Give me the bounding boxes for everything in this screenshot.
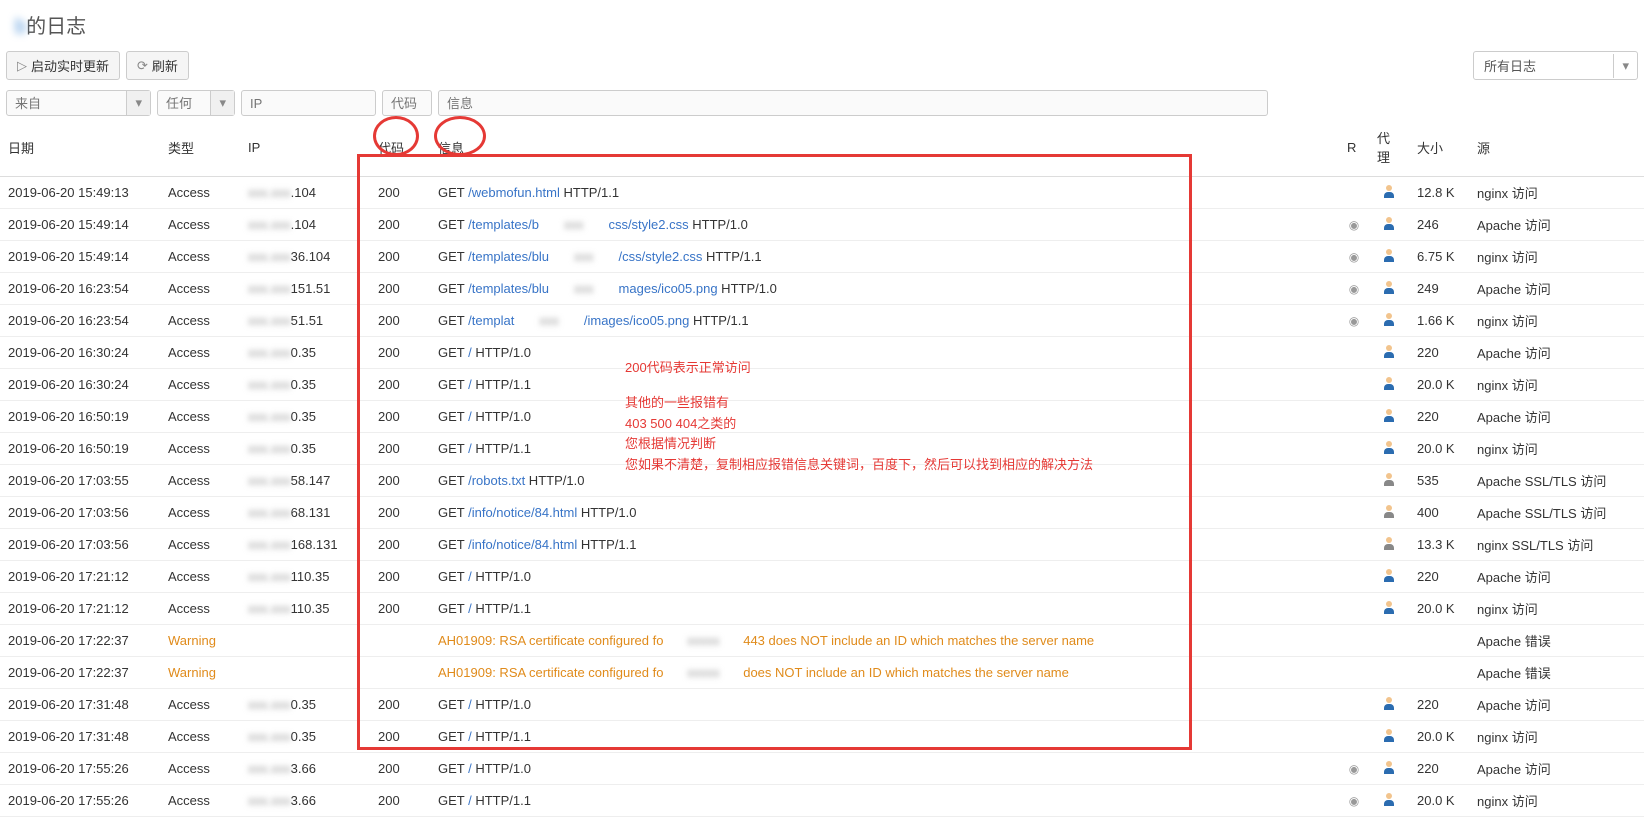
person-ssl-icon — [1382, 536, 1396, 550]
table-row[interactable]: 2019-06-20 17:55:26Accessxxx.xxx3.66200G… — [0, 785, 1644, 817]
person-icon — [1382, 568, 1396, 582]
person-icon — [1382, 728, 1396, 742]
table-row[interactable]: 2019-06-20 17:22:37WarningAH01909: RSA c… — [0, 625, 1644, 657]
table-row[interactable]: 2019-06-20 17:31:48Accessxxx.xxx0.35200G… — [0, 689, 1644, 721]
table-row[interactable]: 2019-06-20 17:21:12Accessxxx.xxx110.3520… — [0, 593, 1644, 625]
table-row[interactable]: 2019-06-20 15:49:13Accessxxx.xxx.104200G… — [0, 177, 1644, 209]
table-row[interactable]: 2019-06-20 16:30:24Accessxxx.xxx0.35200G… — [0, 337, 1644, 369]
refresh-icon: ⟳ — [137, 58, 148, 74]
table-row[interactable]: 2019-06-20 16:23:54Accessxxx.xxx51.51200… — [0, 305, 1644, 337]
table-row[interactable]: 2019-06-20 17:55:26Accessxxx.xxx3.66200G… — [0, 753, 1644, 785]
table-row[interactable]: 2019-06-20 17:03:56Accessxxx.xxx168.1312… — [0, 529, 1644, 561]
person-icon — [1382, 408, 1396, 422]
col-proxy[interactable]: 代理 — [1369, 122, 1409, 177]
table-row[interactable]: 2019-06-20 16:50:19Accessxxx.xxx0.35200G… — [0, 401, 1644, 433]
filter-any[interactable]: ▾ — [157, 90, 235, 116]
table-row[interactable]: 2019-06-20 16:30:24Accessxxx.xxx0.35200G… — [0, 369, 1644, 401]
col-ip[interactable]: IP — [240, 122, 370, 177]
chevron-down-icon: ▾ — [210, 91, 234, 115]
col-code[interactable]: 代码 — [370, 122, 430, 177]
table-row[interactable]: 2019-06-20 17:03:55Accessxxx.xxx58.14720… — [0, 465, 1644, 497]
play-icon: ▷ — [17, 58, 27, 74]
filter-info[interactable] — [438, 90, 1268, 116]
person-icon — [1382, 248, 1396, 262]
person-icon — [1382, 696, 1396, 710]
person-icon — [1382, 184, 1396, 198]
person-icon — [1382, 312, 1396, 326]
col-info[interactable]: 信息 — [430, 122, 1339, 177]
filter-from[interactable]: ▾ — [6, 90, 151, 116]
eye-icon: ◉ — [1349, 250, 1359, 264]
table-row[interactable]: 2019-06-20 15:49:14Accessxxx.xxx.104200G… — [0, 209, 1644, 241]
filter-row: ▾ ▾ — [0, 90, 1644, 122]
person-ssl-icon — [1382, 504, 1396, 518]
eye-icon: ◉ — [1349, 218, 1359, 232]
table-row[interactable]: 2019-06-20 17:03:56Accessxxx.xxx68.13120… — [0, 497, 1644, 529]
person-icon — [1382, 600, 1396, 614]
table-row[interactable]: 2019-06-20 15:49:14Accessxxx.xxx36.10420… — [0, 241, 1644, 273]
toolbar: ▷ 启动实时更新 ⟳ 刷新 所有日志 ▾ — [0, 47, 1644, 90]
person-icon — [1382, 440, 1396, 454]
person-icon — [1382, 376, 1396, 390]
col-date[interactable]: 日期 — [0, 122, 160, 177]
table-row[interactable]: 2019-06-20 17:31:48Accessxxx.xxx0.35200G… — [0, 721, 1644, 753]
eye-icon: ◉ — [1349, 282, 1359, 296]
eye-icon: ◉ — [1349, 314, 1359, 328]
col-size[interactable]: 大小 — [1409, 122, 1469, 177]
realtime-button[interactable]: ▷ 启动实时更新 — [6, 51, 120, 80]
col-src[interactable]: 源 — [1469, 122, 1644, 177]
person-icon — [1382, 760, 1396, 774]
page-header: b的日志 — [0, 0, 1644, 47]
col-type[interactable]: 类型 — [160, 122, 240, 177]
col-r[interactable]: R — [1339, 122, 1369, 177]
filter-code[interactable] — [382, 90, 432, 116]
table-row[interactable]: 2019-06-20 16:50:19Accessxxx.xxx0.35200G… — [0, 433, 1644, 465]
person-icon — [1382, 280, 1396, 294]
person-icon — [1382, 344, 1396, 358]
chevron-down-icon: ▾ — [1613, 54, 1637, 78]
person-ssl-icon — [1382, 472, 1396, 486]
table-row[interactable]: 2019-06-20 17:21:12Accessxxx.xxx110.3520… — [0, 561, 1644, 593]
eye-icon: ◉ — [1349, 794, 1359, 808]
filter-ip[interactable] — [241, 90, 376, 116]
person-icon — [1382, 216, 1396, 230]
chevron-down-icon: ▾ — [126, 91, 150, 115]
table-row[interactable]: 2019-06-20 17:22:37WarningAH01909: RSA c… — [0, 657, 1644, 689]
page-title: b的日志 — [15, 10, 1629, 39]
eye-icon: ◉ — [1349, 762, 1359, 776]
table-row[interactable]: 2019-06-20 16:23:54Accessxxx.xxx151.5120… — [0, 273, 1644, 305]
log-table: 日期 类型 IP 代码 信息 R 代理 大小 源 2019-06-20 15:4… — [0, 122, 1644, 817]
log-filter-dropdown[interactable]: 所有日志 ▾ — [1473, 51, 1638, 80]
refresh-button[interactable]: ⟳ 刷新 — [126, 51, 189, 80]
person-icon — [1382, 792, 1396, 806]
